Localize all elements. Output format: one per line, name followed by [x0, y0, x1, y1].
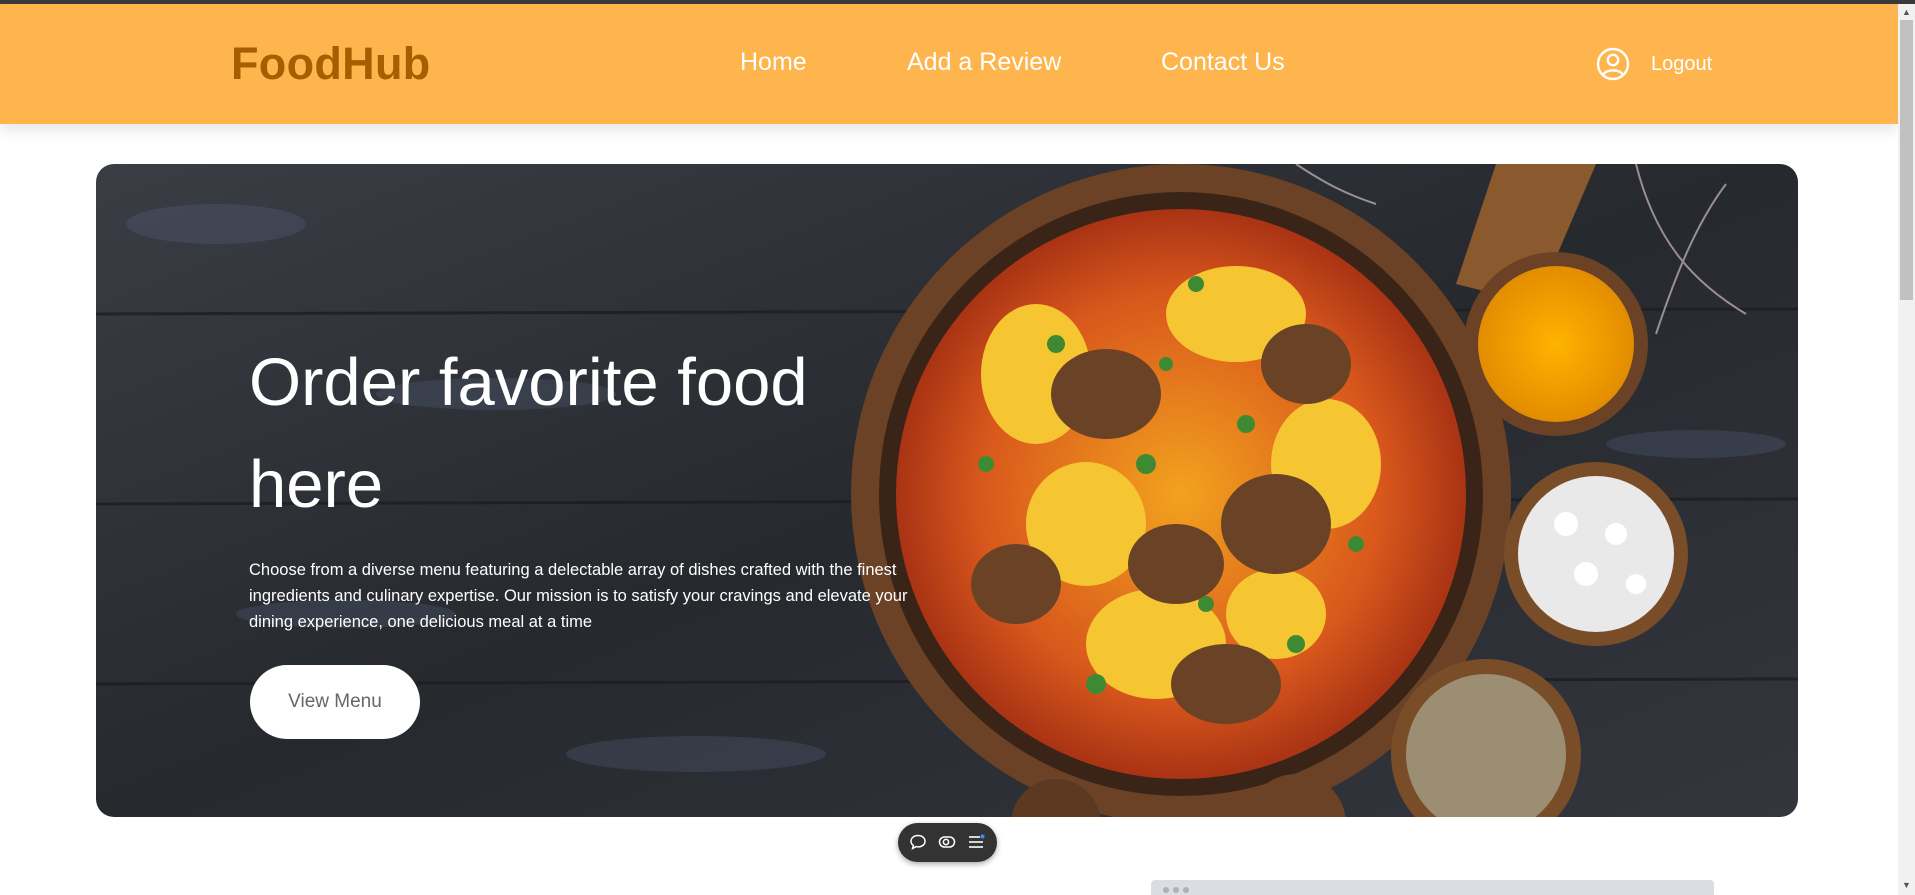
hero-title: Order favorite food here	[249, 345, 808, 522]
logout-link[interactable]: Logout	[1651, 53, 1712, 76]
hero-banner: Order favorite food here Choose from a d…	[96, 164, 1798, 817]
view-menu-button[interactable]: View Menu	[250, 665, 420, 739]
window-dot	[1183, 887, 1189, 893]
scrollbar-thumb[interactable]	[1900, 20, 1913, 300]
eye-toggle-icon[interactable]	[938, 833, 956, 851]
user-circle-icon[interactable]	[1596, 47, 1630, 81]
hero-description: Choose from a diverse menu featuring a d…	[249, 561, 908, 631]
comment-icon[interactable]	[909, 833, 927, 851]
floating-toolbar	[898, 823, 997, 862]
window-dot	[1173, 887, 1179, 893]
nav-home-link[interactable]: Home	[740, 48, 807, 77]
scroll-down-arrow-icon[interactable]: ▼	[1902, 880, 1911, 890]
nav-add-review-link[interactable]: Add a Review	[907, 48, 1061, 77]
menu-list-icon[interactable]	[967, 833, 985, 851]
nav-contact-link[interactable]: Contact Us	[1161, 48, 1285, 77]
site-header: FoodHub Home Add a Review Contact Us Log…	[0, 4, 1898, 124]
window-dot	[1163, 887, 1169, 893]
logo[interactable]: FoodHub	[231, 38, 431, 90]
scroll-up-arrow-icon[interactable]: ▲	[1902, 7, 1911, 17]
content-card-preview	[1151, 880, 1714, 895]
